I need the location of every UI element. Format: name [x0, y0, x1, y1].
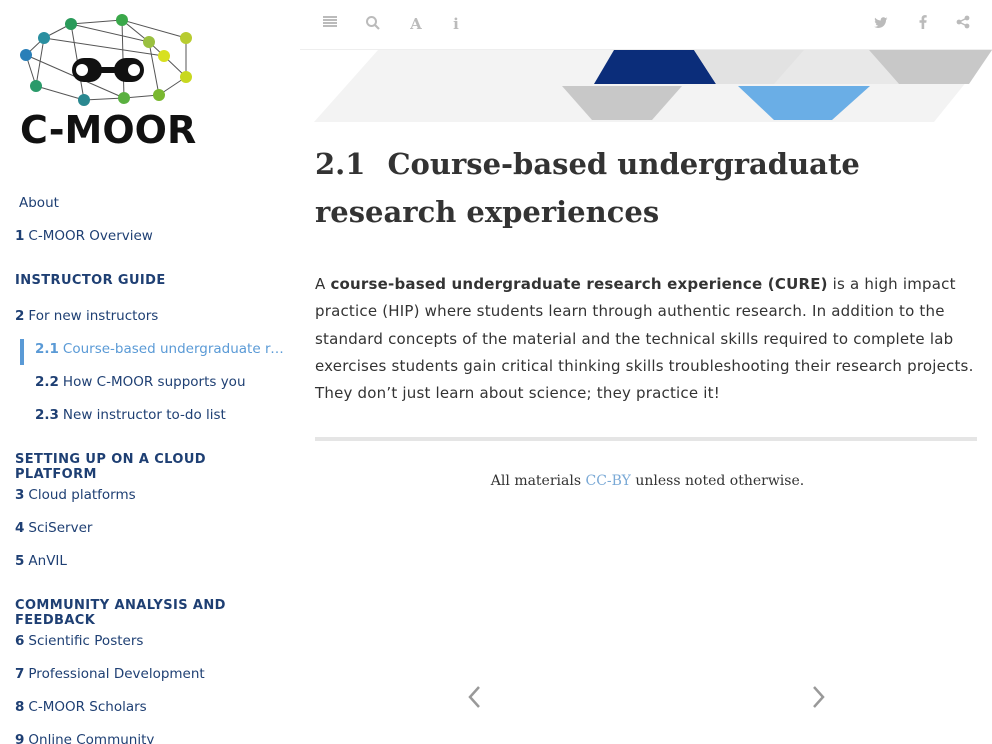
banner-graphic [314, 50, 992, 122]
sidebar-item-label: Online Community [28, 732, 155, 744]
main-content: 2.1 Course-based undergraduate research e… [315, 140, 980, 489]
share-icon[interactable] [954, 15, 972, 33]
page-title: 2.1 Course-based undergraduate research e… [315, 140, 980, 236]
divider [315, 437, 977, 442]
chapter-banner [314, 50, 992, 122]
sidebar-item-label: C-MOOR Scholars [28, 699, 147, 715]
toc-toggle-icon[interactable] [321, 15, 339, 33]
item-number: 8 [15, 699, 25, 715]
sidebar-item-anvil[interactable]: 5 AnVIL [15, 551, 285, 584]
item-number: 2 [15, 308, 25, 324]
sidebar-item-professional-development[interactable]: 7 Professional Development [15, 664, 285, 697]
logo-text: C-MOOR [20, 108, 197, 152]
sidebar-item-sciserver[interactable]: 4 SciServer [15, 518, 285, 551]
sidebar-item-label: Course-based undergraduate rese... [62, 341, 285, 357]
item-number: 2.1 [35, 341, 59, 357]
item-number: 2.3 [35, 407, 59, 423]
sidebar-item-label: Cloud platforms [28, 487, 136, 503]
facebook-icon[interactable] [914, 15, 932, 33]
sidebar-item-online-community[interactable]: 9 Online Community [15, 730, 285, 744]
para-body: is a high impact practice (HIP) where st… [315, 275, 974, 403]
item-number: 7 [15, 666, 25, 682]
sidebar-item-label: New instructor to-do list [62, 407, 226, 423]
section-header-instructor-guide: INSTRUCTOR GUIDE [15, 273, 166, 288]
item-number: 9 [15, 732, 25, 744]
font-settings-icon[interactable]: A [407, 15, 425, 33]
toc-nav: About 1 C-MOOR Overview INSTRUCTOR GUIDE … [15, 193, 285, 744]
sidebar-item-cure-active[interactable]: 2.1 Course-based undergraduate rese... [15, 339, 285, 372]
sidebar-item-cloud-platforms[interactable]: 3 Cloud platforms [15, 485, 285, 518]
sidebar-item-overview[interactable]: 1 C-MOOR Overview [15, 226, 285, 259]
sidebar-item-label: AnVIL [28, 553, 67, 569]
sidebar-item-todo-list[interactable]: 2.3 New instructor to-do list [15, 405, 285, 438]
intro-paragraph: A course-based undergraduate research ex… [315, 271, 980, 407]
sidebar-item-about[interactable]: About [15, 193, 285, 226]
previous-page-icon[interactable] [465, 682, 485, 712]
section-header-community: COMMUNITY ANALYSIS AND FEEDBACK [15, 598, 226, 628]
item-number: 3 [15, 487, 25, 503]
sidebar-item-scholars[interactable]: 8 C-MOOR Scholars [15, 697, 285, 730]
sidebar-item-label: SciServer [28, 520, 93, 536]
sidebar-item-cmoor-supports[interactable]: 2.2 How C-MOOR supports you [15, 372, 285, 405]
license-note: All materials CC-BY unless noted otherwi… [315, 473, 980, 489]
c-moor-logo[interactable]: C-MOOR [14, 10, 214, 152]
next-page-icon[interactable] [808, 682, 828, 712]
item-number: 4 [15, 520, 25, 536]
section-header-cloud-platform: SETTING UP ON A CLOUD PLATFORM [15, 452, 207, 482]
sidebar-item-label: Professional Development [28, 666, 205, 682]
search-icon[interactable] [364, 15, 382, 33]
sidebar: C-MOOR About 1 C-MOOR Overview INSTRUCTOR… [0, 0, 300, 744]
cure-term: course-based undergraduate research expe… [330, 275, 828, 293]
info-icon[interactable]: i [447, 15, 465, 33]
book-toolbar: A i [300, 0, 992, 50]
title-text: Course-based undergraduate research expe… [315, 147, 860, 229]
item-number: 1 [15, 228, 25, 244]
sidebar-item-label: For new instructors [28, 308, 159, 324]
sidebar-item-new-instructors[interactable]: 2 For new instructors [15, 306, 285, 339]
sidebar-item-label: About [19, 195, 59, 211]
license-prefix: All materials [490, 473, 586, 490]
sidebar-item-label: How C-MOOR supports you [62, 374, 246, 390]
sidebar-item-label: Scientific Posters [28, 633, 144, 649]
license-suffix: unless noted otherwise. [630, 473, 805, 490]
para-prefix: A [315, 275, 331, 293]
cc-by-link[interactable]: CC-BY [585, 473, 630, 489]
item-number: 6 [15, 633, 25, 649]
network-logo-icon [20, 14, 192, 106]
twitter-icon[interactable] [872, 15, 890, 33]
sidebar-item-posters[interactable]: 6 Scientific Posters [15, 631, 285, 664]
item-number: 2.2 [35, 374, 59, 390]
section-number: 2.1 [315, 147, 366, 181]
item-number: 5 [15, 553, 25, 569]
sidebar-item-label: C-MOOR Overview [28, 228, 153, 244]
